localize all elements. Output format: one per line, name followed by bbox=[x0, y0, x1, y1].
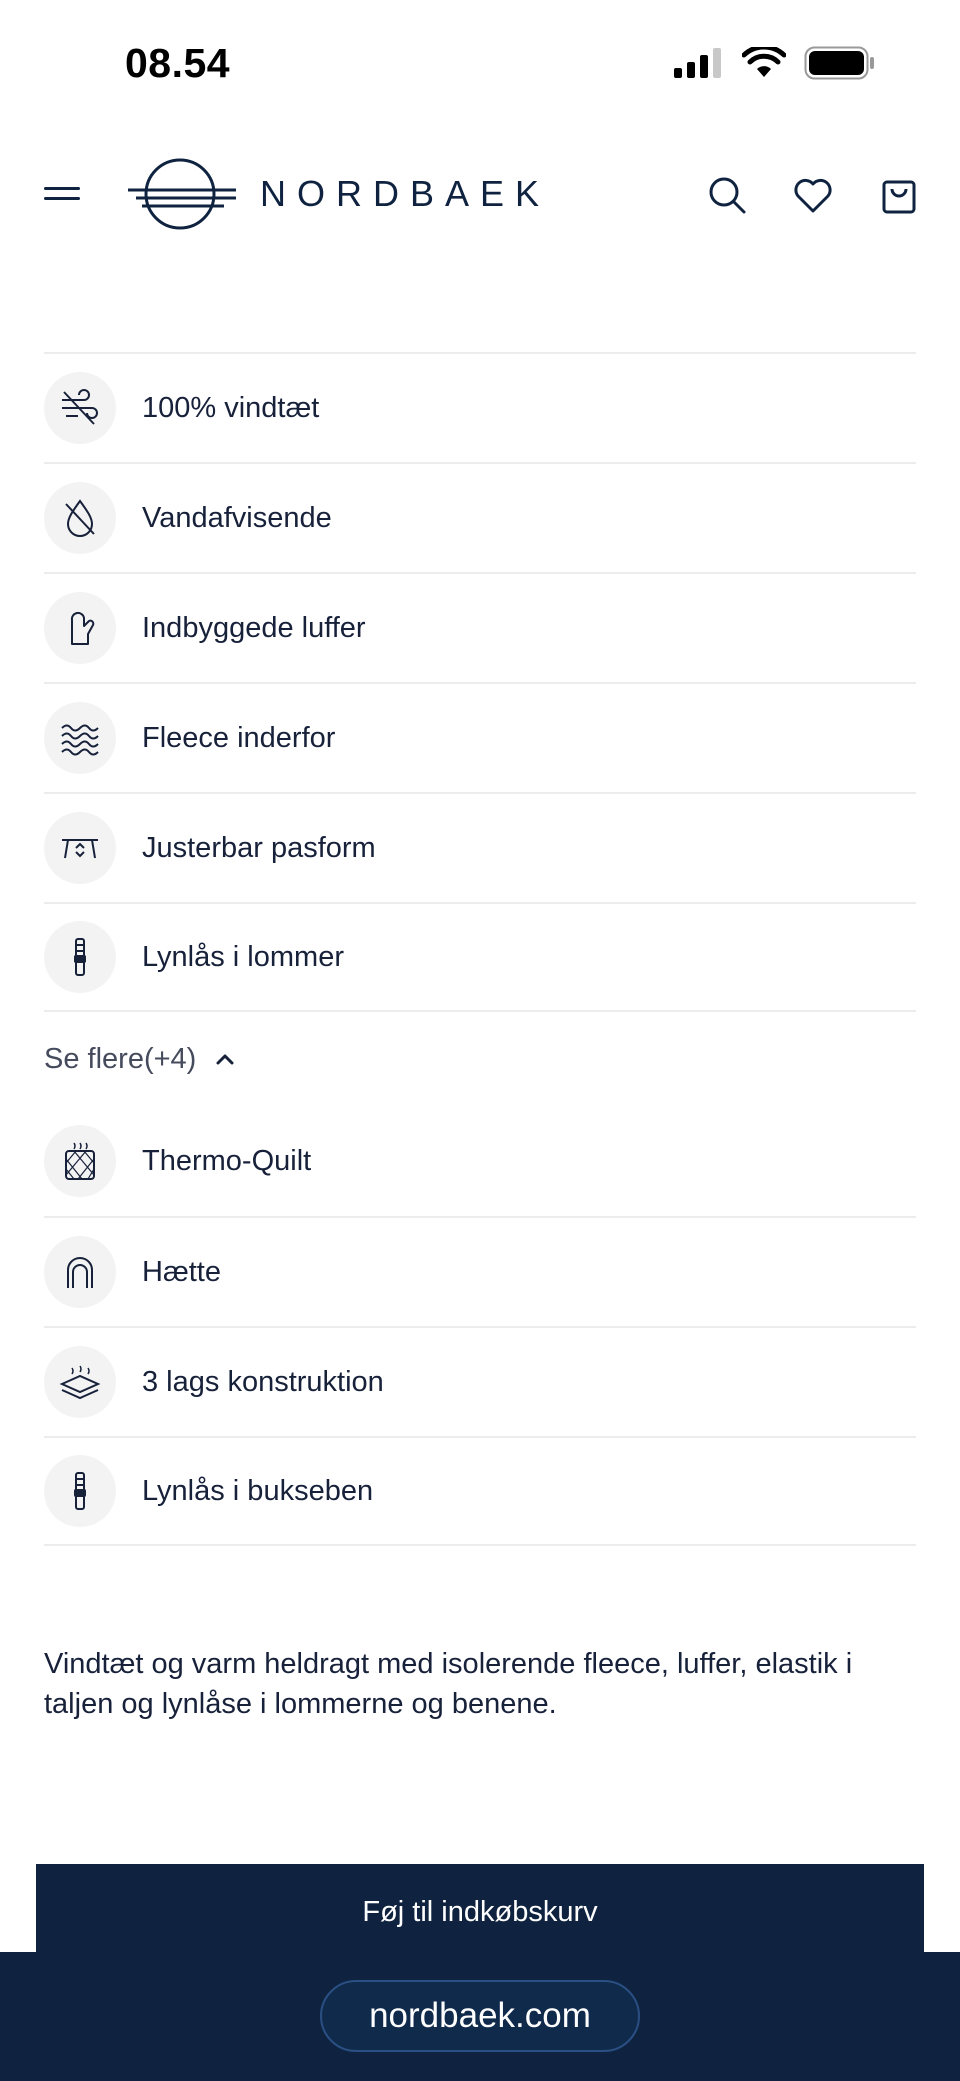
feature-item: Thermo-Quilt bbox=[44, 1106, 916, 1216]
sunset-logo-icon bbox=[128, 158, 236, 230]
battery-icon bbox=[804, 46, 874, 80]
feature-label: Thermo-Quilt bbox=[142, 1144, 312, 1177]
status-bar: 08.54 bbox=[0, 0, 960, 130]
feature-label: Vandafvisende bbox=[142, 501, 332, 534]
feature-item: Indbyggede luffer bbox=[44, 572, 916, 682]
feature-label: Lynlås i bukseben bbox=[142, 1474, 374, 1507]
feature-item: 100% vindtæt bbox=[44, 352, 916, 462]
wind-icon bbox=[62, 389, 98, 425]
feature-item: Lynlås i bukseben bbox=[44, 1436, 916, 1546]
cellular-signal-icon bbox=[674, 48, 721, 78]
hood-icon bbox=[67, 1257, 93, 1288]
adjustable-fit-icon bbox=[62, 839, 98, 859]
feature-label: Hætte bbox=[142, 1255, 221, 1288]
status-time: 08.54 bbox=[125, 40, 231, 86]
feature-item: Fleece inderfor bbox=[44, 682, 916, 792]
product-description: Vindtæt og varm heldragt med isolerende … bbox=[44, 1648, 853, 1720]
shopping-bag-icon[interactable] bbox=[878, 174, 920, 216]
mitten-icon bbox=[70, 611, 95, 645]
header-actions bbox=[706, 174, 920, 216]
search-icon[interactable] bbox=[706, 174, 748, 216]
feature-item: Lynlås i lommer bbox=[44, 902, 916, 1012]
fleece-waves-icon bbox=[61, 724, 99, 756]
brand-logo[interactable]: NORDBAEK bbox=[128, 156, 550, 232]
feature-label: Lynlås i lommer bbox=[142, 940, 344, 973]
site-header: NORDBAEK bbox=[0, 150, 960, 240]
feature-label: Justerbar pasform bbox=[142, 831, 376, 864]
feature-item: Hætte bbox=[44, 1216, 916, 1326]
quilt-icon bbox=[65, 1142, 95, 1180]
feature-item: Justerbar pasform bbox=[44, 792, 916, 902]
hamburger-menu-icon[interactable] bbox=[44, 182, 82, 204]
feature-list: 100% vindtæt Vandafvisende Indbyggede lu… bbox=[44, 352, 916, 1546]
feature-label: Fleece inderfor bbox=[142, 721, 336, 754]
address-bar[interactable]: nordbaek.com bbox=[320, 1980, 640, 2052]
feature-label: Indbyggede luffer bbox=[142, 611, 366, 644]
feature-label: 100% vindtæt bbox=[142, 391, 320, 424]
layers-icon bbox=[59, 1365, 101, 1400]
zipper-icon bbox=[74, 1472, 86, 1510]
status-icons bbox=[674, 46, 876, 80]
water-drop-icon bbox=[65, 499, 95, 537]
feature-item: 3 lags konstruktion bbox=[44, 1326, 916, 1436]
feature-label: 3 lags konstruktion bbox=[142, 1365, 384, 1398]
feature-item: Vandafvisende bbox=[44, 462, 916, 572]
chevron-up-icon bbox=[216, 1054, 234, 1065]
see-more-label: Se flere(+4) bbox=[44, 1042, 197, 1075]
zipper-icon bbox=[74, 938, 86, 976]
see-more-toggle[interactable]: Se flere(+4) bbox=[44, 1012, 916, 1106]
brand-name: NORDBAEK bbox=[260, 173, 551, 214]
wifi-icon bbox=[742, 47, 786, 77]
browser-bottom-bar: nordbaek.com bbox=[0, 1952, 960, 2081]
heart-icon[interactable] bbox=[792, 174, 834, 216]
add-to-cart-button[interactable]: Føj til indkøbskurv bbox=[36, 1864, 924, 1960]
